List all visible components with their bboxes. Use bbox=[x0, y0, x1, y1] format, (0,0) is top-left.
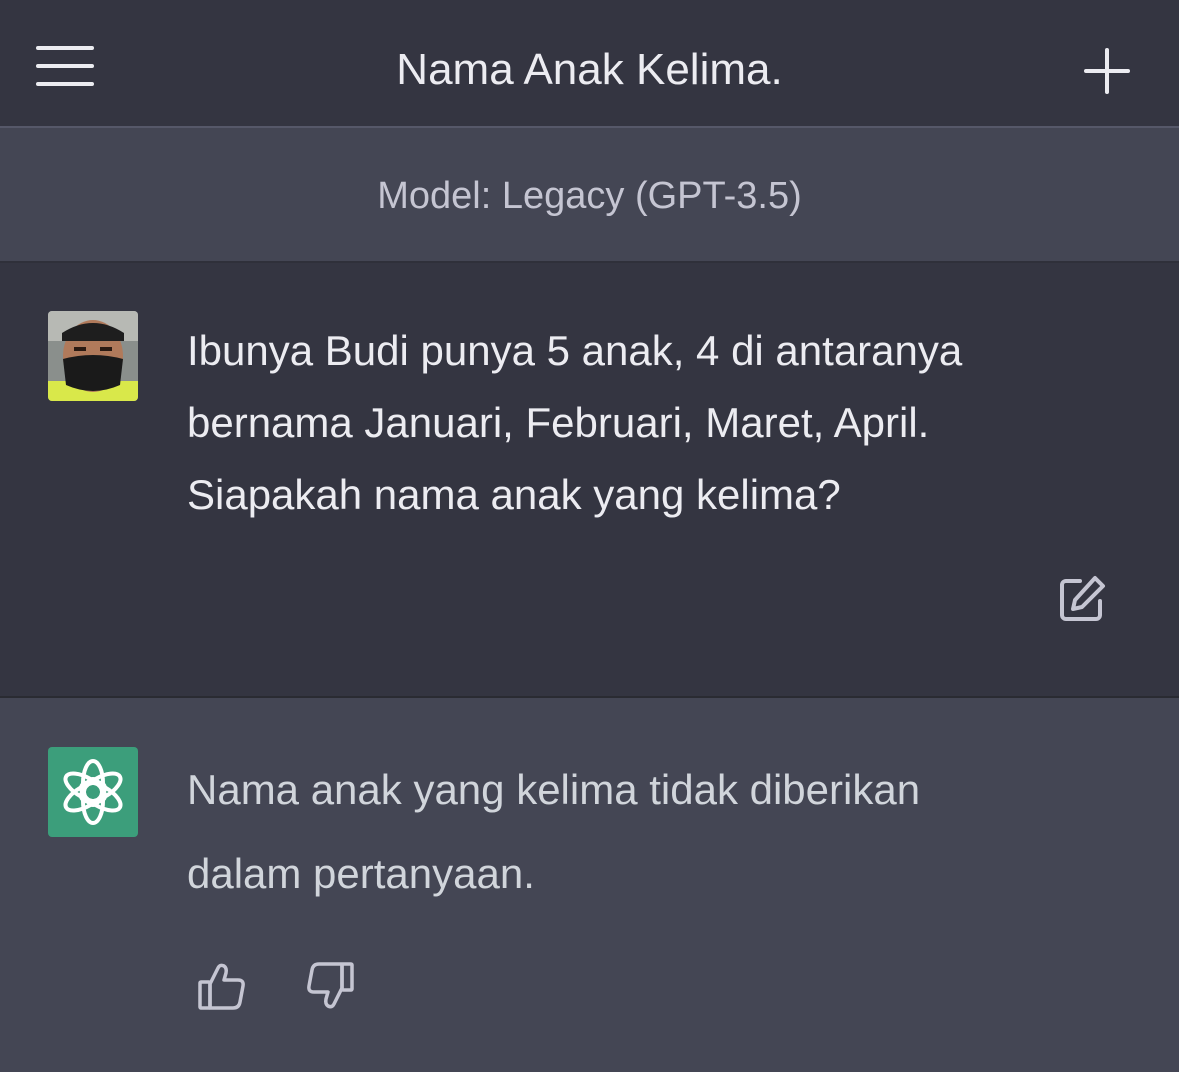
conversation-title: Nama Anak Kelima. bbox=[396, 45, 783, 94]
user-message: Ibunya Budi punya 5 anak, 4 di antaranya… bbox=[0, 263, 1179, 698]
thumbs-up-icon bbox=[198, 963, 245, 1010]
edit-pencil-icon bbox=[1060, 576, 1105, 621]
new-chat-button[interactable] bbox=[1080, 44, 1134, 98]
user-avatar bbox=[48, 311, 138, 401]
assistant-message-line: Nama anak yang kelima tidak diberikan bbox=[187, 766, 921, 813]
thumbs-down-icon bbox=[307, 962, 354, 1009]
hamburger-menu-icon bbox=[36, 46, 94, 86]
user-message-line: bernama Januari, Februari, Maret, April. bbox=[187, 399, 930, 446]
top-bar: Nama Anak Kelima. bbox=[0, 0, 1179, 128]
assistant-message-text: Nama anak yang kelima tidak diberikan da… bbox=[187, 748, 1137, 916]
assistant-message: Nama anak yang kelima tidak diberikan da… bbox=[0, 698, 1179, 1072]
assistant-message-line: dalam pertanyaan. bbox=[187, 850, 535, 897]
model-banner: Model: Legacy (GPT-3.5) bbox=[0, 128, 1179, 263]
user-message-line: Ibunya Budi punya 5 anak, 4 di antaranya bbox=[187, 327, 963, 374]
thumbs-up-button[interactable] bbox=[196, 960, 248, 1012]
thumbs-down-button[interactable] bbox=[304, 960, 356, 1012]
user-photo-avatar bbox=[48, 311, 138, 401]
plus-icon bbox=[1084, 48, 1130, 94]
model-label: Model: Legacy (GPT-3.5) bbox=[377, 175, 802, 217]
user-message-text: Ibunya Budi punya 5 anak, 4 di antaranya… bbox=[187, 315, 1137, 531]
menu-button[interactable] bbox=[34, 40, 98, 92]
user-message-line: Siapakah nama anak yang kelima? bbox=[187, 471, 841, 518]
openai-logo-icon bbox=[63, 759, 123, 825]
assistant-avatar bbox=[48, 747, 138, 837]
edit-message-button[interactable] bbox=[1058, 575, 1106, 623]
